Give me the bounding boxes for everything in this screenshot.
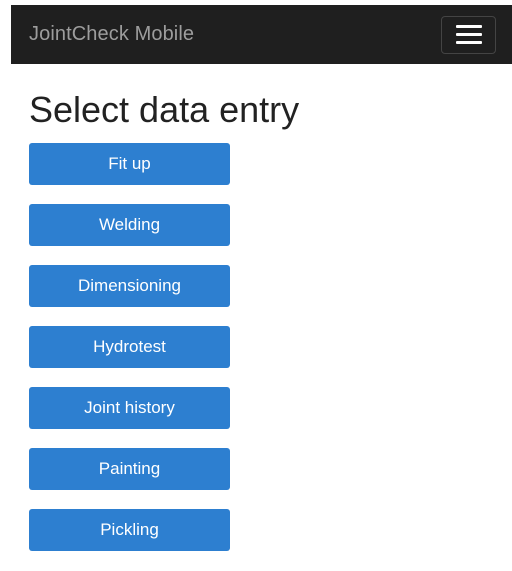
joint-history-button[interactable]: Joint history xyxy=(29,387,230,429)
menu-toggle-button[interactable] xyxy=(441,15,496,54)
fit-up-button[interactable]: Fit up xyxy=(29,143,230,185)
page-title: Select data entry xyxy=(29,89,300,130)
page: JointCheck Mobile Select data entry Fit … xyxy=(0,0,512,571)
dimensioning-button[interactable]: Dimensioning xyxy=(29,265,230,307)
welding-button[interactable]: Welding xyxy=(29,204,230,246)
hamburger-menu-icon xyxy=(455,25,482,28)
app-brand[interactable]: JointCheck Mobile xyxy=(29,23,194,46)
hamburger-menu-icon xyxy=(455,33,482,36)
hamburger-menu-icon xyxy=(455,41,482,44)
data-entry-button-list: Fit up Welding Dimensioning Hydrotest Jo… xyxy=(29,143,230,570)
top-navbar: JointCheck Mobile xyxy=(11,5,512,64)
painting-button[interactable]: Painting xyxy=(29,448,230,490)
pickling-button[interactable]: Pickling xyxy=(29,509,230,551)
hydrotest-button[interactable]: Hydrotest xyxy=(29,326,230,368)
